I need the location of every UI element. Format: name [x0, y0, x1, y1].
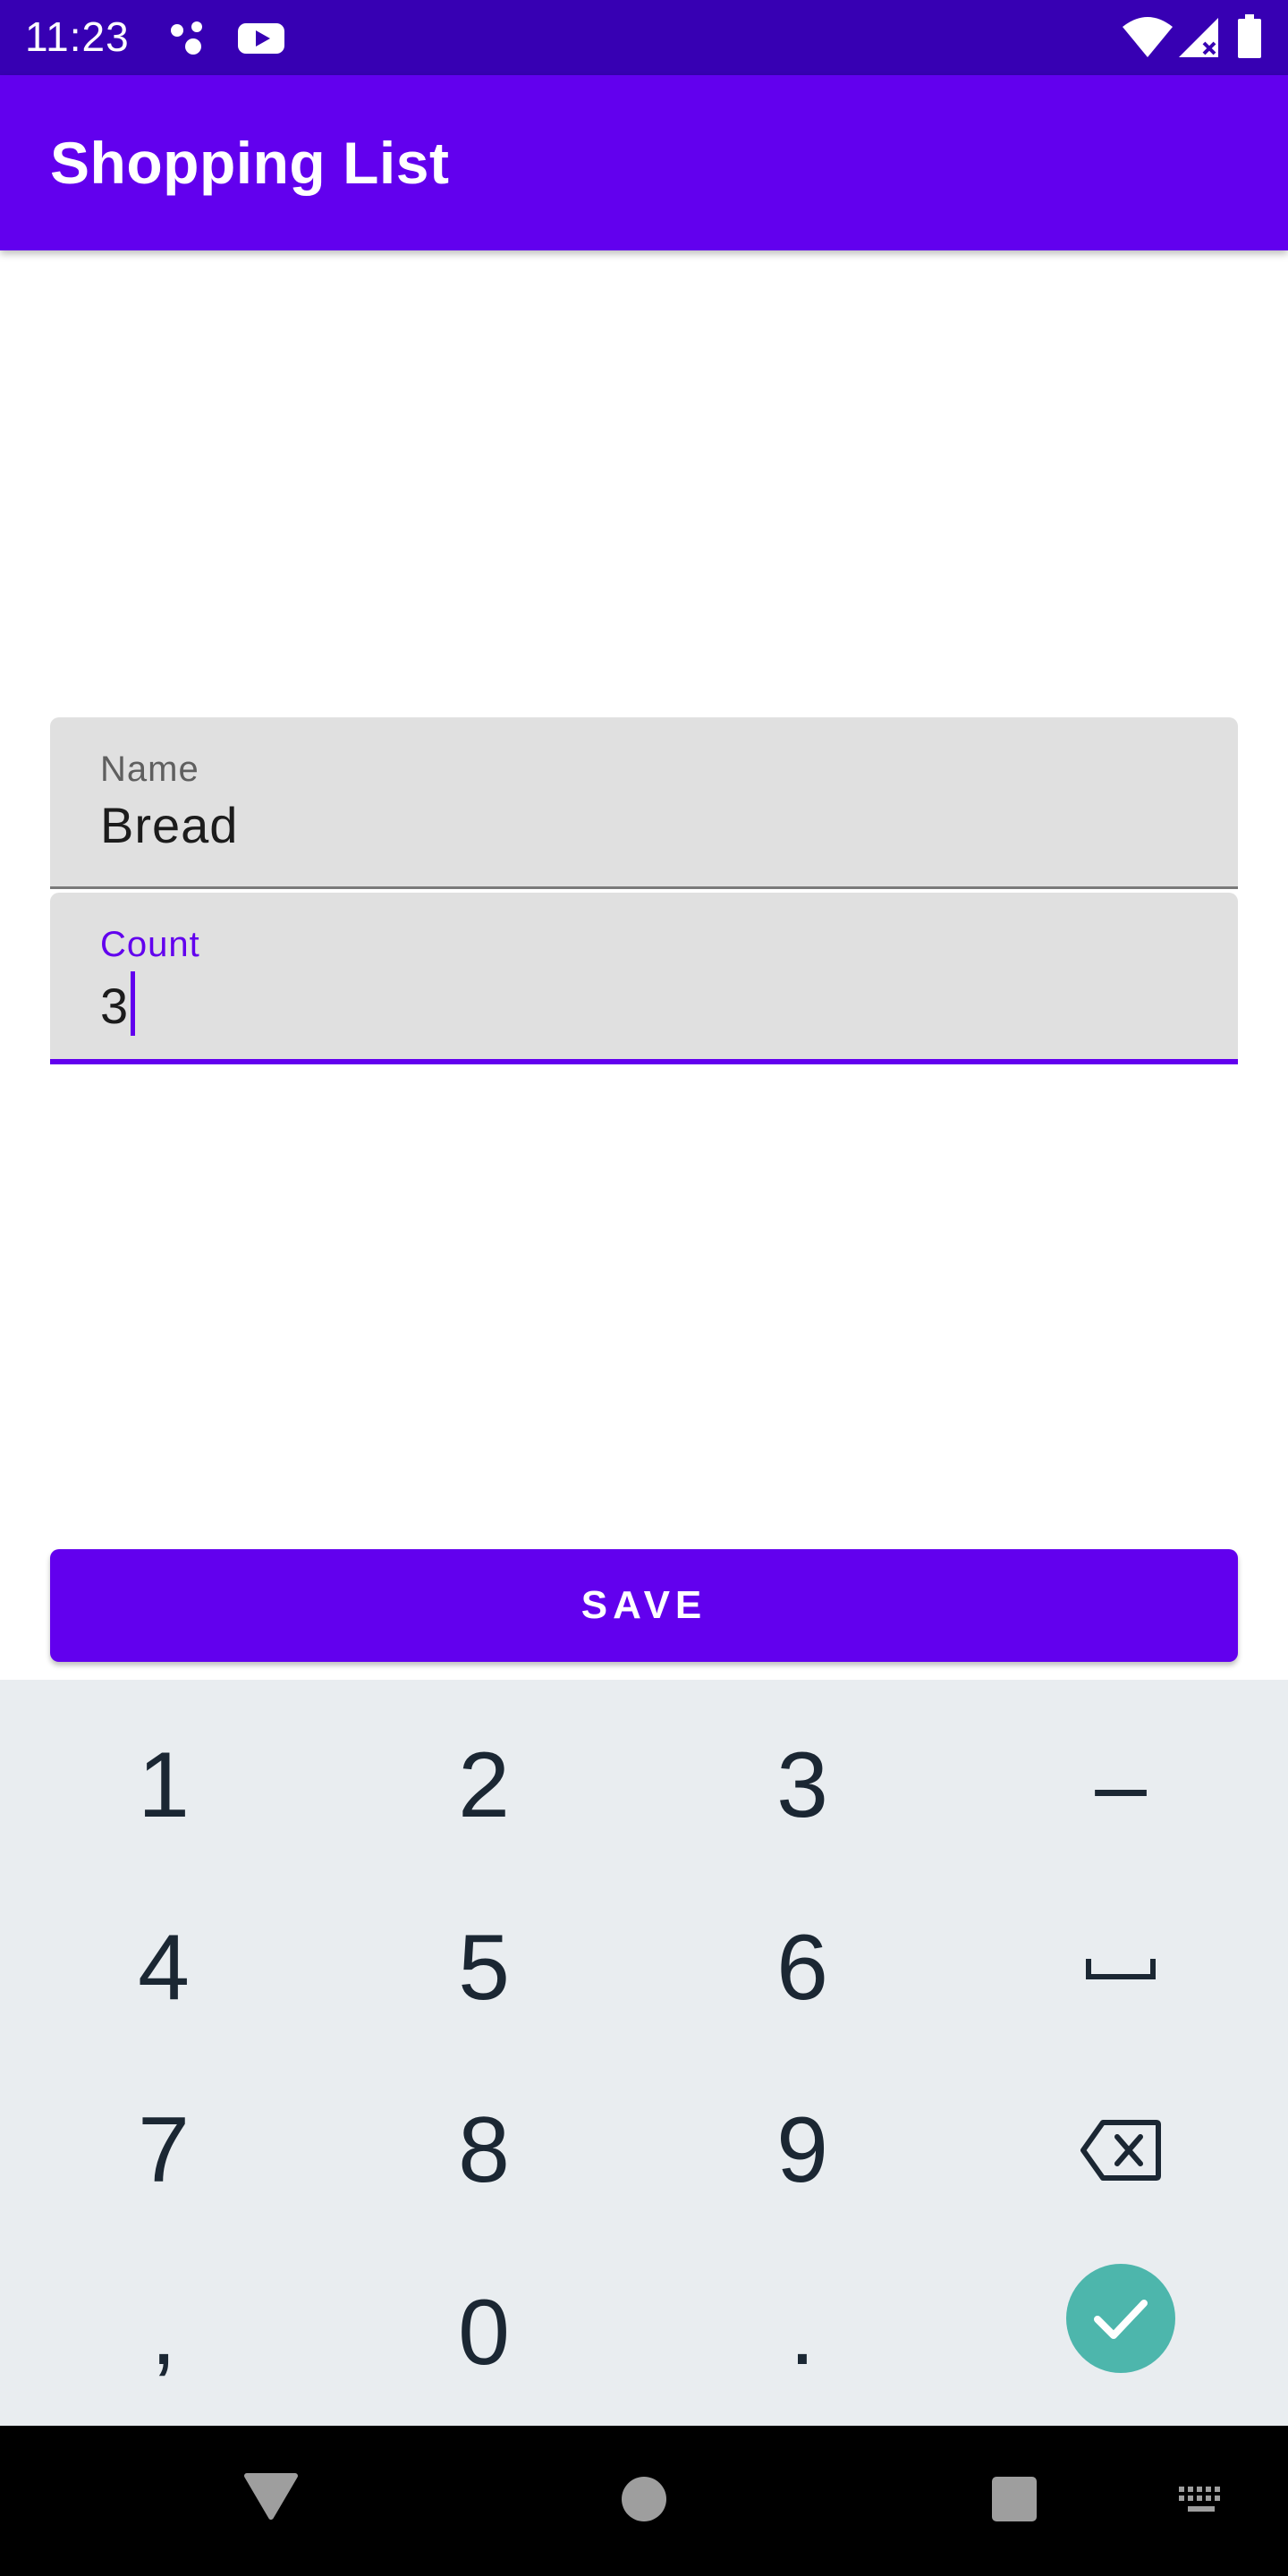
navigation-bar [0, 2426, 1288, 2576]
status-time: 11:23 [25, 13, 130, 60]
count-field-value-wrap: 3 [100, 971, 136, 1036]
name-field-value: Bread [100, 797, 239, 853]
name-field-label: Name [100, 750, 199, 789]
count-field[interactable]: Count 3 [50, 893, 1238, 1064]
key-6[interactable]: 6 [642, 1877, 962, 2059]
count-field-value: 3 [100, 978, 130, 1034]
checkmark-icon [1094, 2300, 1148, 2339]
key-comma[interactable]: , [4, 2241, 324, 2424]
text-cursor [131, 971, 136, 1036]
key-2[interactable]: 2 [324, 1694, 644, 1877]
key-8[interactable]: 8 [324, 2059, 644, 2241]
key-0[interactable]: 0 [324, 2241, 644, 2424]
key-dash[interactable]: – [961, 1694, 1281, 1877]
assistant-dots-icon [171, 21, 202, 55]
save-button[interactable]: SAVE [50, 1549, 1238, 1662]
key-9[interactable]: 9 [642, 2059, 962, 2241]
back-icon[interactable] [243, 2472, 299, 2521]
wifi-icon [1123, 17, 1173, 57]
recents-icon[interactable] [991, 2476, 1038, 2522]
key-period[interactable]: . [642, 2241, 962, 2424]
status-bar: 11:23 [0, 0, 1288, 75]
screen: 11:23 Shopping List Name Bread Count 3 S… [0, 0, 1288, 2576]
key-4[interactable]: 4 [4, 1877, 324, 2059]
home-icon[interactable] [621, 2476, 667, 2522]
done-button-circle [1066, 2264, 1175, 2373]
key-done[interactable] [961, 2227, 1281, 2410]
name-field[interactable]: Name Bread [50, 717, 1238, 889]
youtube-icon [238, 23, 284, 54]
backspace-icon [1080, 2120, 1161, 2181]
key-space[interactable] [961, 1877, 1281, 2059]
count-field-label: Count [100, 925, 200, 964]
keyboard-switch-icon[interactable] [1177, 2485, 1227, 2515]
key-backspace[interactable] [961, 2059, 1281, 2241]
app-bar: Shopping List [0, 75, 1288, 250]
battery-icon [1238, 14, 1261, 58]
key-3[interactable]: 3 [642, 1694, 962, 1877]
numeric-keyboard: 1 2 3 – 4 5 6 7 8 9 , 0 . [0, 1680, 1288, 2426]
signal-icon [1179, 18, 1218, 57]
key-5[interactable]: 5 [324, 1877, 644, 2059]
key-7[interactable]: 7 [4, 2059, 324, 2241]
space-icon [1086, 1959, 1156, 1979]
key-1[interactable]: 1 [4, 1694, 324, 1877]
app-title: Shopping List [50, 130, 450, 196]
